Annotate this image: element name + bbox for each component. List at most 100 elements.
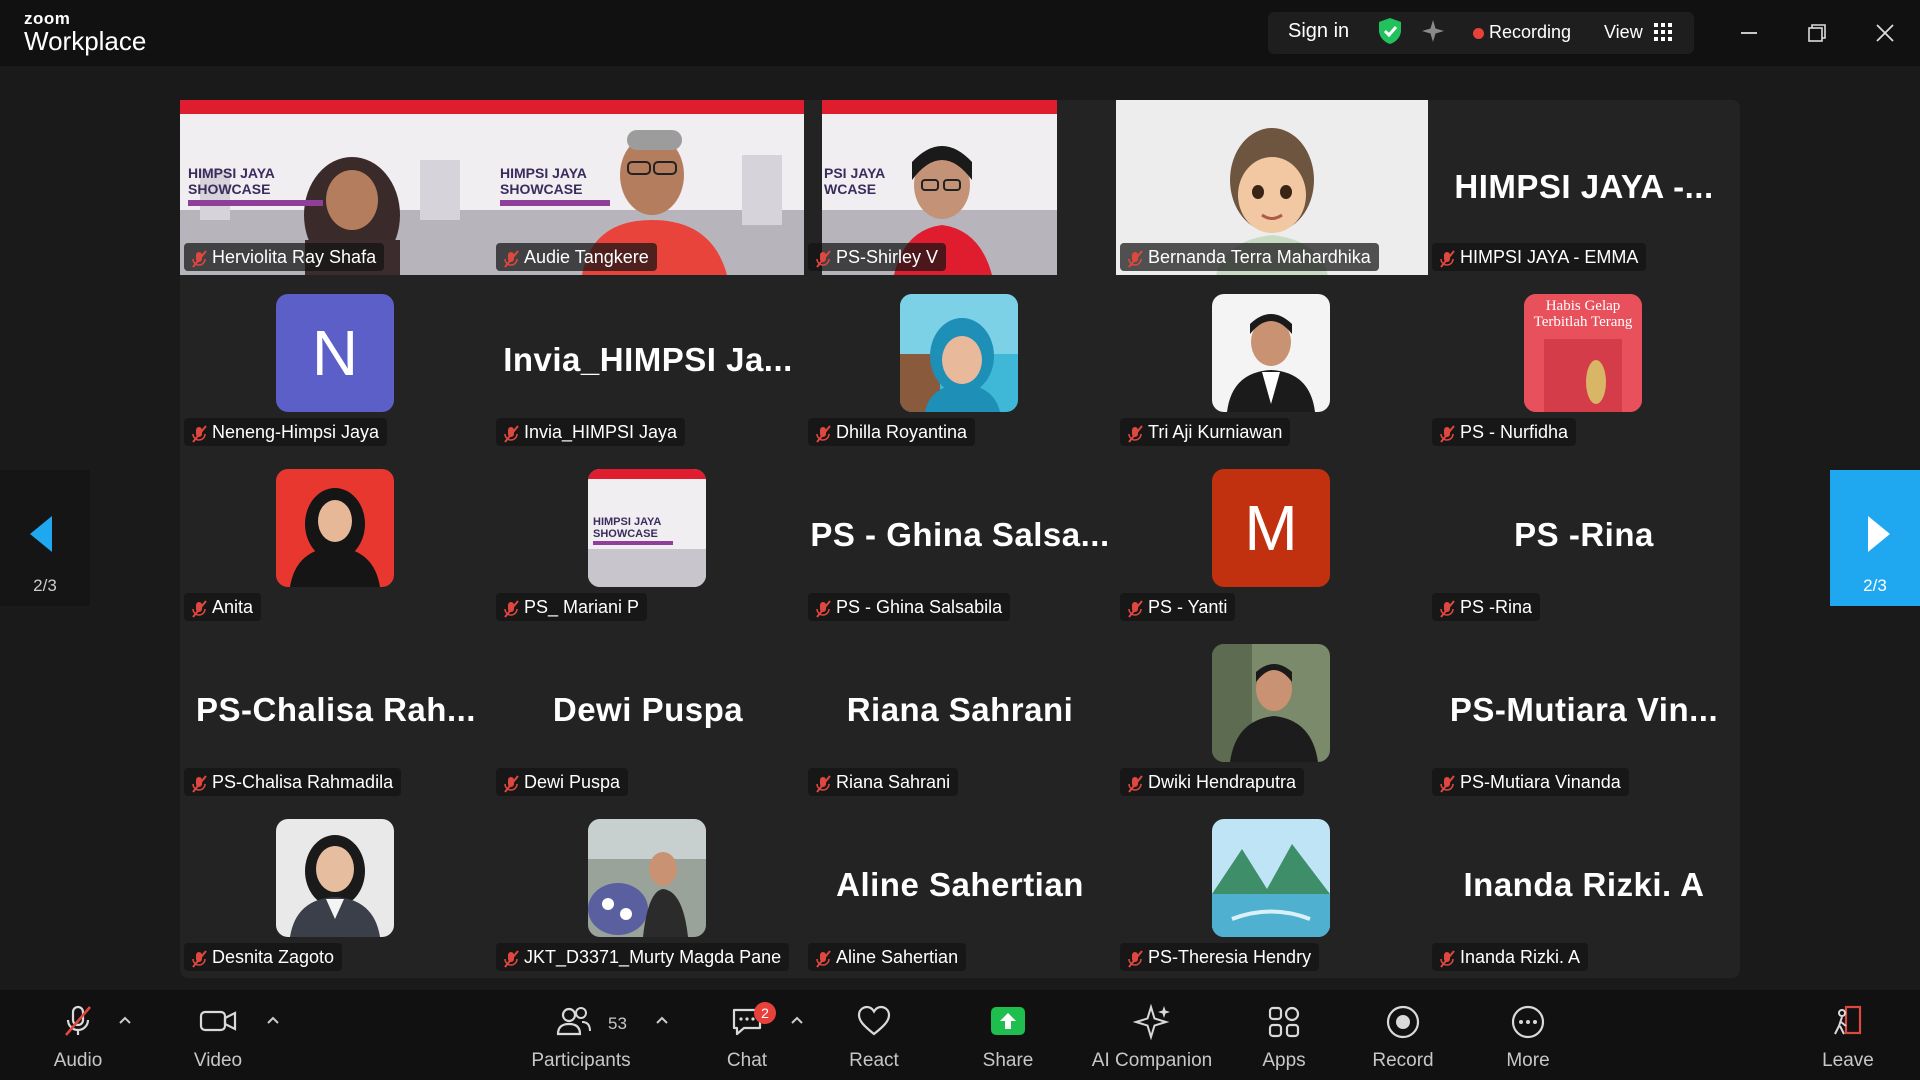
participant-name-text: Invia_HIMPSI Jaya bbox=[524, 422, 678, 442]
banner-line2: SHOWCASE bbox=[188, 181, 270, 197]
participant-tile[interactable]: PSI JAYA WCASE PS-Shirley V bbox=[804, 100, 1116, 275]
record-label: Record bbox=[1372, 1050, 1434, 1071]
share-button[interactable]: Share bbox=[968, 990, 1048, 1080]
participant-avatar bbox=[1212, 644, 1330, 762]
participant-tile[interactable]: PS-Theresia Hendry bbox=[1116, 800, 1428, 975]
participant-name-text: Dwiki Hendraputra bbox=[1148, 772, 1297, 792]
ai-companion-button[interactable]: AI Companion bbox=[1082, 990, 1222, 1080]
leave-door-icon bbox=[1830, 1004, 1866, 1045]
close-icon[interactable] bbox=[1870, 18, 1900, 48]
participant-tile[interactable]: PS -Rina PS -Rina bbox=[1428, 450, 1740, 625]
participant-tile[interactable]: PS - Ghina Salsa... PS - Ghina Salsabila bbox=[804, 450, 1116, 625]
participant-tile[interactable]: PS-Chalisa Rah... PS-Chalisa Rahmadila bbox=[180, 625, 492, 800]
apps-icon bbox=[1266, 1004, 1302, 1045]
react-button[interactable]: React bbox=[834, 990, 914, 1080]
participant-display-name: PS-Mutiara Vin... bbox=[1449, 691, 1719, 728]
participant-tile[interactable]: HIMPSI JAYA -... HIMPSI JAYA - EMMA bbox=[1428, 100, 1740, 275]
muted-mic-icon bbox=[1438, 773, 1456, 800]
more-button[interactable]: More bbox=[1488, 990, 1568, 1080]
participant-name-text: Dewi Puspa bbox=[524, 772, 621, 792]
participant-avatar: HIMPSI JAYA SHOWCASE bbox=[588, 469, 706, 587]
participant-avatar: M bbox=[1212, 469, 1330, 587]
participant-tile[interactable]: PS-Mutiara Vin... PS-Mutiara Vinanda bbox=[1428, 625, 1740, 800]
muted-mic-icon bbox=[190, 423, 208, 450]
participant-avatar bbox=[588, 819, 706, 937]
muted-mic-icon bbox=[502, 598, 520, 625]
participant-tile[interactable]: Dhilla Royantina bbox=[804, 275, 1116, 450]
participant-tile[interactable]: Anita bbox=[180, 450, 492, 625]
muted-mic-icon bbox=[502, 248, 520, 275]
logo-brand-small: zoom bbox=[24, 9, 71, 28]
participant-tile[interactable]: Dwiki Hendraputra bbox=[1116, 625, 1428, 800]
avatar-caption: Habis Gelap bbox=[1546, 298, 1621, 314]
view-button[interactable]: View bbox=[1604, 22, 1643, 43]
participant-tile[interactable]: HIMPSI JAYA SHOWCASE PS_ Mariani P bbox=[492, 450, 804, 625]
sign-in-link[interactable]: Sign in bbox=[1288, 20, 1349, 43]
participant-name-text: Riana Sahrani bbox=[836, 772, 951, 792]
participant-name-text: Bernanda Terra Mahardhika bbox=[1148, 247, 1371, 267]
participant-avatar bbox=[1212, 294, 1330, 412]
participant-name-text: Tri Aji Kurniawan bbox=[1148, 422, 1283, 442]
participant-name: Audie Tangkere bbox=[496, 243, 657, 271]
participants-options-caret-icon[interactable] bbox=[655, 1012, 669, 1030]
share-label: Share bbox=[982, 1050, 1034, 1071]
leave-button[interactable]: Leave bbox=[1808, 990, 1888, 1080]
minimize-icon[interactable] bbox=[1734, 18, 1764, 48]
avatar-caption: Terbitlah Terang bbox=[1534, 314, 1633, 330]
participant-tile[interactable]: Aline Sahertian Aline Sahertian bbox=[804, 800, 1116, 975]
audio-options-caret-icon[interactable] bbox=[118, 1012, 132, 1030]
avatar-letter: N bbox=[311, 317, 359, 389]
next-page-button[interactable]: 2/3 bbox=[1830, 470, 1920, 606]
participant-tile[interactable]: Inanda Rizki. A Inanda Rizki. A bbox=[1428, 800, 1740, 975]
participant-name-text: Neneng-Himpsi Jaya bbox=[212, 422, 380, 442]
muted-mic-icon bbox=[61, 1004, 95, 1043]
participant-display-name: PS - Ghina Salsa... bbox=[810, 516, 1110, 553]
participant-tile[interactable]: Invia_HIMPSI Ja... Invia_HIMPSI Jaya bbox=[492, 275, 804, 450]
participant-tile[interactable]: Habis Gelap Terbitlah Terang PS - Nurfid… bbox=[1428, 275, 1740, 450]
participant-name: Inanda Rizki. A bbox=[1432, 943, 1589, 971]
participant-name-text: Dhilla Royantina bbox=[836, 422, 968, 442]
participant-tile[interactable]: HIMPSI JAYA SHOWCASE Audie Tangkere bbox=[492, 100, 804, 275]
participant-name: PS-Mutiara Vinanda bbox=[1432, 768, 1629, 796]
chat-options-caret-icon[interactable] bbox=[790, 1012, 804, 1030]
video-options-caret-icon[interactable] bbox=[266, 1012, 280, 1030]
muted-mic-icon bbox=[814, 598, 832, 625]
restore-icon[interactable] bbox=[1802, 18, 1832, 48]
participant-tile[interactable]: Bernanda Terra Mahardhika bbox=[1116, 100, 1428, 275]
svg-text:PSI JAYA: PSI JAYA bbox=[824, 165, 885, 181]
participant-name-text: Herviolita Ray Shafa bbox=[212, 247, 377, 267]
participants-button[interactable]: 53 Participants bbox=[520, 990, 642, 1080]
page-indicator: 2/3 bbox=[33, 576, 57, 595]
record-button[interactable]: Record bbox=[1363, 990, 1443, 1080]
video-button[interactable]: Video bbox=[178, 990, 258, 1080]
participant-display-name: PS -Rina bbox=[1514, 516, 1654, 553]
participant-tile[interactable]: N Neneng-Himpsi Jaya bbox=[180, 275, 492, 450]
grid-view-icon[interactable] bbox=[1654, 23, 1672, 46]
muted-mic-icon bbox=[1126, 773, 1144, 800]
apps-button[interactable]: Apps bbox=[1244, 990, 1324, 1080]
participant-name: Aline Sahertian bbox=[808, 943, 967, 971]
participant-display-name: Inanda Rizki. A bbox=[1463, 866, 1705, 903]
participant-tile[interactable]: HIMPSI JAYA SHOWCASE Herviolita Ray Shaf… bbox=[180, 100, 492, 275]
audio-button[interactable]: Audio bbox=[38, 990, 118, 1080]
previous-page-button[interactable]: 2/3 bbox=[0, 470, 90, 606]
participant-tile[interactable]: Desnita Zagoto bbox=[180, 800, 492, 975]
recording-dot-icon bbox=[1473, 28, 1484, 39]
participant-name-text: Audie Tangkere bbox=[524, 247, 649, 267]
muted-mic-icon bbox=[190, 248, 208, 275]
shield-check-icon[interactable] bbox=[1377, 17, 1403, 50]
participant-tile[interactable]: M PS - Yanti bbox=[1116, 450, 1428, 625]
chat-label: Chat bbox=[726, 1050, 768, 1071]
muted-mic-icon bbox=[502, 423, 520, 450]
muted-mic-icon bbox=[814, 423, 832, 450]
muted-mic-icon bbox=[1126, 248, 1144, 275]
participant-tile[interactable]: Tri Aji Kurniawan bbox=[1116, 275, 1428, 450]
ai-sparkle-icon[interactable] bbox=[1420, 18, 1446, 49]
participant-tile[interactable]: JKT_D3371_Murty Magda Pane bbox=[492, 800, 804, 975]
chat-button[interactable]: 2 Chat bbox=[707, 990, 787, 1080]
participant-tile[interactable]: Dewi Puspa Dewi Puspa bbox=[492, 625, 804, 800]
participant-tile[interactable]: Riana Sahrani Riana Sahrani bbox=[804, 625, 1116, 800]
recording-indicator[interactable]: Recording bbox=[1489, 22, 1571, 43]
ai-sparkle-icon bbox=[1132, 1003, 1171, 1045]
logo-brand-large: Workplace bbox=[24, 26, 147, 56]
